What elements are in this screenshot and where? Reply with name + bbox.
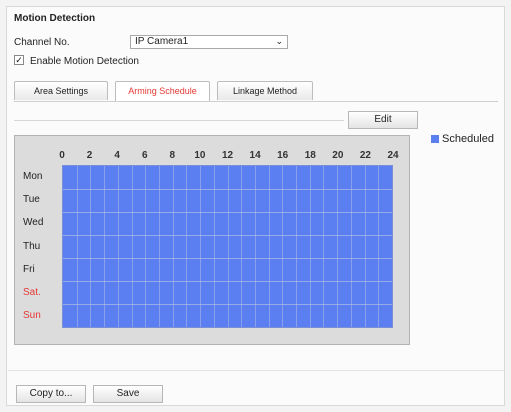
hour-label: 24 xyxy=(387,150,399,161)
grid-vline xyxy=(323,166,325,327)
day-label: Mon xyxy=(23,170,43,182)
edit-button[interactable]: Edit xyxy=(348,111,418,129)
hour-label: 18 xyxy=(304,150,316,161)
day-label: Thu xyxy=(23,240,41,252)
grid-vline xyxy=(186,166,188,327)
day-label: Sat. xyxy=(23,287,41,299)
tab-area-settings[interactable]: Area Settings xyxy=(14,81,108,100)
day-label: Fri xyxy=(23,263,35,275)
grid-hline xyxy=(63,235,392,236)
grid-vline xyxy=(337,166,339,327)
tab-linkage-method[interactable]: Linkage Method xyxy=(217,81,313,100)
grid-hline xyxy=(63,189,392,190)
grid-vline xyxy=(309,166,311,327)
grid-hline xyxy=(63,281,392,282)
hour-label: 2 xyxy=(86,150,93,161)
footer-divider xyxy=(8,370,505,371)
hour-label: 10 xyxy=(194,150,206,161)
channel-select[interactable]: IP Camera1 ⌄ xyxy=(130,35,288,49)
grid-vline xyxy=(254,166,256,327)
tab-underline xyxy=(14,101,498,102)
divider xyxy=(14,120,344,121)
grid-vline xyxy=(158,166,160,327)
grid-vline xyxy=(241,166,243,327)
hour-label: 16 xyxy=(277,150,289,161)
channel-label: Channel No. xyxy=(14,37,70,48)
day-label: Tue xyxy=(23,193,40,205)
grid-hline xyxy=(63,258,392,259)
schedule-panel: 0 2 4 6 8 10 12 14 16 18 20 22 24 Mon Tue Wed Thu Fri Sat.… xyxy=(14,135,410,345)
grid-vline xyxy=(76,166,78,327)
grid-vline xyxy=(364,166,366,327)
hour-label: 22 xyxy=(359,150,371,161)
hour-label: 20 xyxy=(332,150,344,161)
tab-bar: Area Settings Arming Schedule Linkage Me… xyxy=(14,81,404,101)
day-label: Sun xyxy=(23,310,41,322)
legend-swatch-scheduled xyxy=(431,135,439,143)
grid-vline xyxy=(104,166,106,327)
hour-label: 0 xyxy=(59,150,65,161)
hour-label: 12 xyxy=(221,150,234,161)
channel-select-value: IP Camera1 xyxy=(135,36,189,47)
grid-hline xyxy=(63,304,392,305)
tab-arming-schedule[interactable]: Arming Schedule xyxy=(115,81,210,101)
checkmark-icon: ✓ xyxy=(15,55,23,65)
hour-label: 6 xyxy=(141,150,148,161)
grid-hline xyxy=(63,212,392,213)
grid-vline xyxy=(172,166,174,327)
grid-vline xyxy=(117,166,119,327)
grid-vline xyxy=(350,166,352,327)
grid-vline xyxy=(296,166,298,327)
schedule-grid[interactable] xyxy=(62,165,393,328)
grid-vline xyxy=(268,166,270,327)
chevron-down-icon: ⌄ xyxy=(275,36,283,46)
grid-vline xyxy=(131,166,133,327)
grid-vline xyxy=(145,166,147,327)
hour-label: 8 xyxy=(169,150,176,161)
grid-vline xyxy=(282,166,284,327)
grid-vline xyxy=(213,166,215,327)
grid-vline xyxy=(200,166,202,327)
hour-label: 4 xyxy=(114,150,120,161)
enable-checkbox[interactable]: ✓ xyxy=(14,55,24,65)
save-button[interactable]: Save xyxy=(93,385,163,403)
day-label: Wed xyxy=(23,217,44,229)
grid-vline xyxy=(90,166,92,327)
legend-label-scheduled: Scheduled xyxy=(442,133,494,145)
grid-vline xyxy=(378,166,380,327)
enable-label: Enable Motion Detection xyxy=(30,56,139,67)
grid-vline xyxy=(227,166,229,327)
copy-to-button[interactable]: Copy to... xyxy=(16,385,86,403)
hour-label: 14 xyxy=(249,150,261,161)
page-title: Motion Detection xyxy=(14,13,96,24)
